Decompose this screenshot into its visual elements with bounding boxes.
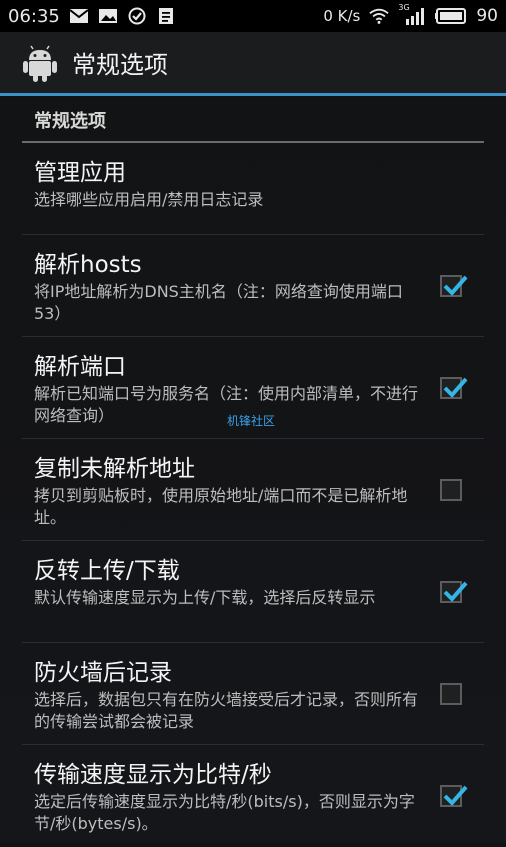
network-type: 3G [398, 3, 410, 12]
pref-summary: 选择哪些应用启用/禁用日志记录 [34, 190, 264, 209]
pref-summary: 默认传输速度显示为上传/下载，选择后反转显示 [34, 588, 376, 607]
check-icon [443, 377, 468, 398]
checkbox[interactable] [440, 682, 462, 705]
android-icon[interactable] [20, 43, 60, 83]
check-icon [443, 275, 468, 296]
checkbox[interactable] [440, 785, 468, 807]
status-right: 0 K/s 3G 90 [323, 3, 498, 26]
section-title: 常规选项 [34, 111, 106, 132]
section-header: 常规选项 [22, 99, 484, 143]
picture-icon [98, 7, 118, 25]
pref-summary: 选定后传输速度显示为比特/秒(bits/s)，否则显示为字节/秒(bytes/s… [34, 792, 415, 833]
net-speed: 0 K/s [323, 7, 361, 25]
pref-summary: 拷贝到剪贴板时，使用原始地址/端口而不是已解析地址。 [34, 486, 408, 527]
checkbox[interactable] [440, 478, 462, 501]
status-time: 06:35 [8, 5, 60, 27]
mail-icon [69, 7, 89, 25]
pref-summary: 选择后，数据包只有在防火墙接受后才记录，否则所有的传输尝试都会被记录 [34, 690, 419, 731]
wifi-icon [369, 7, 390, 25]
status-bar: 06:35 0 K/s 3G 90 [0, 0, 506, 32]
pref-speed-in-bits[interactable]: 传输速度显示为比特/秒 选定后传输速度显示为比特/秒(bits/s)，否则显示为… [22, 745, 484, 847]
check-icon [443, 785, 468, 806]
battery-percent: 90 [476, 6, 498, 26]
pref-title: 解析hosts [34, 252, 142, 278]
clipboard-icon [156, 7, 176, 25]
checkbox[interactable] [440, 580, 468, 603]
pref-title: 复制未解析地址 [34, 456, 195, 482]
watermark: 机锋社区 [227, 414, 276, 428]
pref-summary: 将IP地址解析为DNS主机名（注：网络查询使用端口53） [34, 282, 403, 323]
pref-reverse-updown[interactable]: 反转上传/下载 默认传输速度显示为上传/下载，选择后反转显示 [22, 541, 484, 643]
signal-icon: 3G [398, 3, 426, 25]
check-circle-icon [127, 7, 147, 25]
pref-title: 反转上传/下载 [34, 558, 180, 584]
page-title: 常规选项 [72, 51, 168, 79]
action-bar: 常规选项 [0, 32, 506, 96]
check-icon [443, 581, 468, 602]
pref-resolve-hosts[interactable]: 解析hosts 将IP地址解析为DNS主机名（注：网络查询使用端口53） [22, 235, 484, 337]
status-left: 06:35 [8, 6, 176, 27]
pref-manage-apps[interactable]: 管理应用 选择哪些应用启用/禁用日志记录 [22, 143, 484, 235]
pref-log-after-firewall[interactable]: 防火墙后记录 选择后，数据包只有在防火墙接受后才记录，否则所有的传输尝试都会被记… [22, 643, 484, 745]
pref-copy-unresolved[interactable]: 复制未解析地址 拷贝到剪贴板时，使用原始地址/端口而不是已解析地址。 [22, 439, 484, 541]
battery-icon [435, 7, 467, 25]
pref-title: 管理应用 [34, 160, 126, 186]
pref-title: 解析端口 [34, 354, 126, 380]
checkbox[interactable] [440, 274, 468, 297]
pref-title: 防火墙后记录 [34, 660, 172, 686]
checkbox[interactable] [440, 376, 468, 399]
pref-title: 传输速度显示为比特/秒 [34, 762, 272, 788]
preference-list: 常规选项 管理应用 选择哪些应用启用/禁用日志记录 解析hosts 将IP地址解… [0, 99, 506, 843]
